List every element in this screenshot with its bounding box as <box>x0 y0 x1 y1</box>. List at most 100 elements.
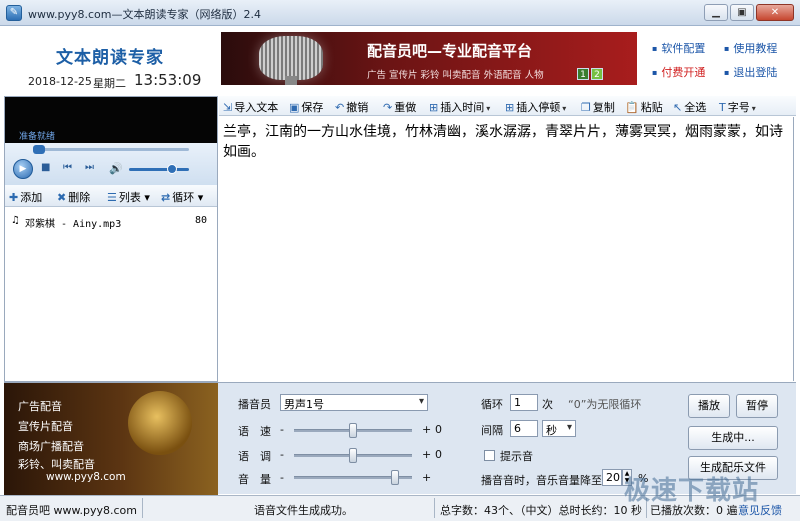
loop-count-input[interactable]: 1 <box>510 394 538 411</box>
logout-link[interactable]: 退出登陆 <box>724 64 777 80</box>
next-icon[interactable]: ⏭ <box>85 162 94 173</box>
interval-unit-select[interactable]: 秒 <box>542 420 576 437</box>
progress-thumb[interactable] <box>33 145 45 154</box>
loop-icon: ⇄ <box>161 191 171 204</box>
stop-icon[interactable]: ■ <box>41 162 50 173</box>
insert-pause-button[interactable]: ⊞ 插入停顿 ▾ <box>505 99 566 115</box>
add-label: 添加 <box>20 191 43 204</box>
undo-label: 撤销 <box>346 101 369 114</box>
chevron-down-icon: ▾ <box>562 104 567 113</box>
status-divider <box>142 498 143 518</box>
editor-toolbar: ⇲ 导入文本 ▣ 保存 ↶ 撤销 ↷ 重做 ⊞ 插入时间 ▾ ⊞ 插入停顿 ▾ ❐ 复制 📋 粘贴 … <box>219 96 796 116</box>
editor-content[interactable]: 兰亭，江南的一方山水佳境，竹林清幽，溪水潺潺，青翠片片，薄雾冥冥，烟雨蒙蒙，如诗… <box>223 122 788 162</box>
window-title: www.pyy8.com—文本朗读专家（网络版）2.4 <box>28 8 261 21</box>
maximize-button[interactable]: ▣ <box>730 4 754 21</box>
undo-icon: ↶ <box>335 101 345 114</box>
ad-url: www.pyy8.com <box>46 471 126 483</box>
volume-slider[interactable] <box>129 164 189 174</box>
loop-hint: “0”为无限循环 <box>568 398 642 411</box>
redo-icon: ↷ <box>383 101 393 114</box>
clock-display: 13:53:09 <box>134 71 202 89</box>
player-controls: ▶ ■ ⏮ ⏭ 🔊 <box>5 143 217 185</box>
save-button[interactable]: ▣ 保存 <box>289 99 323 115</box>
select-all-button[interactable]: ↖ 全选 <box>673 99 706 115</box>
tone-label: 语 调 <box>238 450 271 463</box>
volume-minus: - <box>280 471 284 484</box>
speed-slider[interactable] <box>294 423 412 438</box>
x-icon: ✖ <box>57 191 67 204</box>
player-status: 准备就绪 <box>19 132 56 142</box>
paid-activation-link[interactable]: 付费开通 <box>652 64 705 80</box>
progress-bar[interactable] <box>33 145 189 154</box>
undo-button[interactable]: ↶ 撤销 <box>335 99 368 115</box>
music-duck-label: 播音音时，音乐音量降至 <box>481 474 602 487</box>
status-message: 语音文件生成成功。 <box>254 504 353 517</box>
chevron-down-icon: ▾ <box>486 104 491 113</box>
insert-time-button[interactable]: ⊞ 插入时间 ▾ <box>429 99 490 115</box>
delete-button[interactable]: ✖ 删除 <box>57 189 90 205</box>
pause-button[interactable]: 暂停 <box>736 394 778 418</box>
tutorial-link[interactable]: 使用教程 <box>724 40 777 56</box>
ad-line-2: 宣传片配音 <box>18 420 73 433</box>
minimize-button[interactable]: ▁ <box>704 4 728 21</box>
add-button[interactable]: ✚ 添加 <box>9 189 42 205</box>
beep-checkbox[interactable] <box>484 450 495 461</box>
volume-thumb[interactable] <box>167 164 177 174</box>
voice-ad[interactable]: 广告配音 宣传片配音 商场广播配音 彩铃、叫卖配音 www.pyy8.com <box>4 383 218 495</box>
interval-input[interactable]: 6 <box>510 420 538 437</box>
save-icon: ▣ <box>289 101 300 114</box>
ad-banner[interactable]: 配音员吧—专业配音平台 广告 宣传片 彩铃 叫卖配音 外语配音 人物 1 2 <box>221 32 637 85</box>
software-config-link[interactable]: 软件配置 <box>652 40 705 56</box>
output-volume-thumb[interactable] <box>391 470 399 485</box>
status-site: 配音员吧 www.pyy8.com <box>6 504 137 517</box>
music-duck-input[interactable]: 20 <box>602 469 622 486</box>
banner-page-2[interactable]: 2 <box>591 68 603 80</box>
delete-label: 删除 <box>68 191 91 204</box>
microphone-icon <box>128 391 192 455</box>
redo-button[interactable]: ↷ 重做 <box>383 99 416 115</box>
tone-plus: + <box>422 448 432 461</box>
prev-icon[interactable]: ⏮ <box>63 162 72 173</box>
play-icon[interactable]: ▶ <box>13 159 33 179</box>
text-editor[interactable]: 兰亭，江南的一方山水佳境，竹林清幽，溪水潺潺，青翠片片，薄雾冥冥，烟雨蒙蒙，如诗… <box>219 117 794 381</box>
ad-line-4: 彩铃、叫卖配音 <box>18 458 95 471</box>
volume-plus: + <box>422 471 432 484</box>
loop-button[interactable]: ⇄ 循环 ▾ <box>161 189 203 205</box>
select-all-label: 全选 <box>684 101 707 114</box>
microphone-stand-icon <box>285 76 297 85</box>
date-display: 2018-12-25 <box>28 75 92 88</box>
cursor-icon: ↖ <box>673 101 683 114</box>
copy-icon: ❐ <box>581 101 591 114</box>
list-button[interactable]: ☰ 列表 ▾ <box>107 189 150 205</box>
font-size-label: 字号 <box>727 101 750 114</box>
tone-value: 0 <box>435 448 442 461</box>
speed-thumb[interactable] <box>349 423 357 438</box>
tone-thumb[interactable] <box>349 448 357 463</box>
play-button[interactable]: 播放 <box>688 394 730 418</box>
speed-value: 0 <box>435 423 442 436</box>
title-bar: ✎ www.pyy8.com—文本朗读专家（网络版）2.4 ▁ ▣ ✕ <box>0 0 800 26</box>
tone-minus: - <box>280 448 284 461</box>
output-volume-slider[interactable] <box>294 470 412 485</box>
save-label: 保存 <box>301 101 324 114</box>
volume-label: 音 量 <box>238 473 271 486</box>
volume-icon[interactable]: 🔊 <box>109 162 123 175</box>
copy-button[interactable]: ❐ 复制 <box>581 99 615 115</box>
font-size-button[interactable]: T 字号 ▾ <box>719 99 756 115</box>
generate-button[interactable]: 生成中... <box>688 426 778 450</box>
playlist-item[interactable]: ♫ 邓紫棋 - Ainy.mp3 80 <box>11 215 207 230</box>
voice-select[interactable]: 男声1号 <box>280 394 428 411</box>
chevron-down-icon: ▾ <box>751 104 756 113</box>
import-icon: ⇲ <box>223 101 233 114</box>
tone-slider[interactable] <box>294 448 412 463</box>
import-label: 导入文本 <box>234 101 279 114</box>
track-name: 邓紫棋 - Ainy.mp3 <box>25 219 122 230</box>
paste-icon: 📋 <box>625 101 639 114</box>
paste-button[interactable]: 📋 粘贴 <box>625 99 663 115</box>
music-note-icon: ♫ <box>11 215 20 226</box>
loop-label: 循环 <box>172 191 195 204</box>
window-controls: ▁ ▣ ✕ <box>704 4 794 21</box>
import-text-button[interactable]: ⇲ 导入文本 <box>223 99 278 115</box>
close-button[interactable]: ✕ <box>756 4 794 21</box>
banner-page-1[interactable]: 1 <box>577 68 589 80</box>
